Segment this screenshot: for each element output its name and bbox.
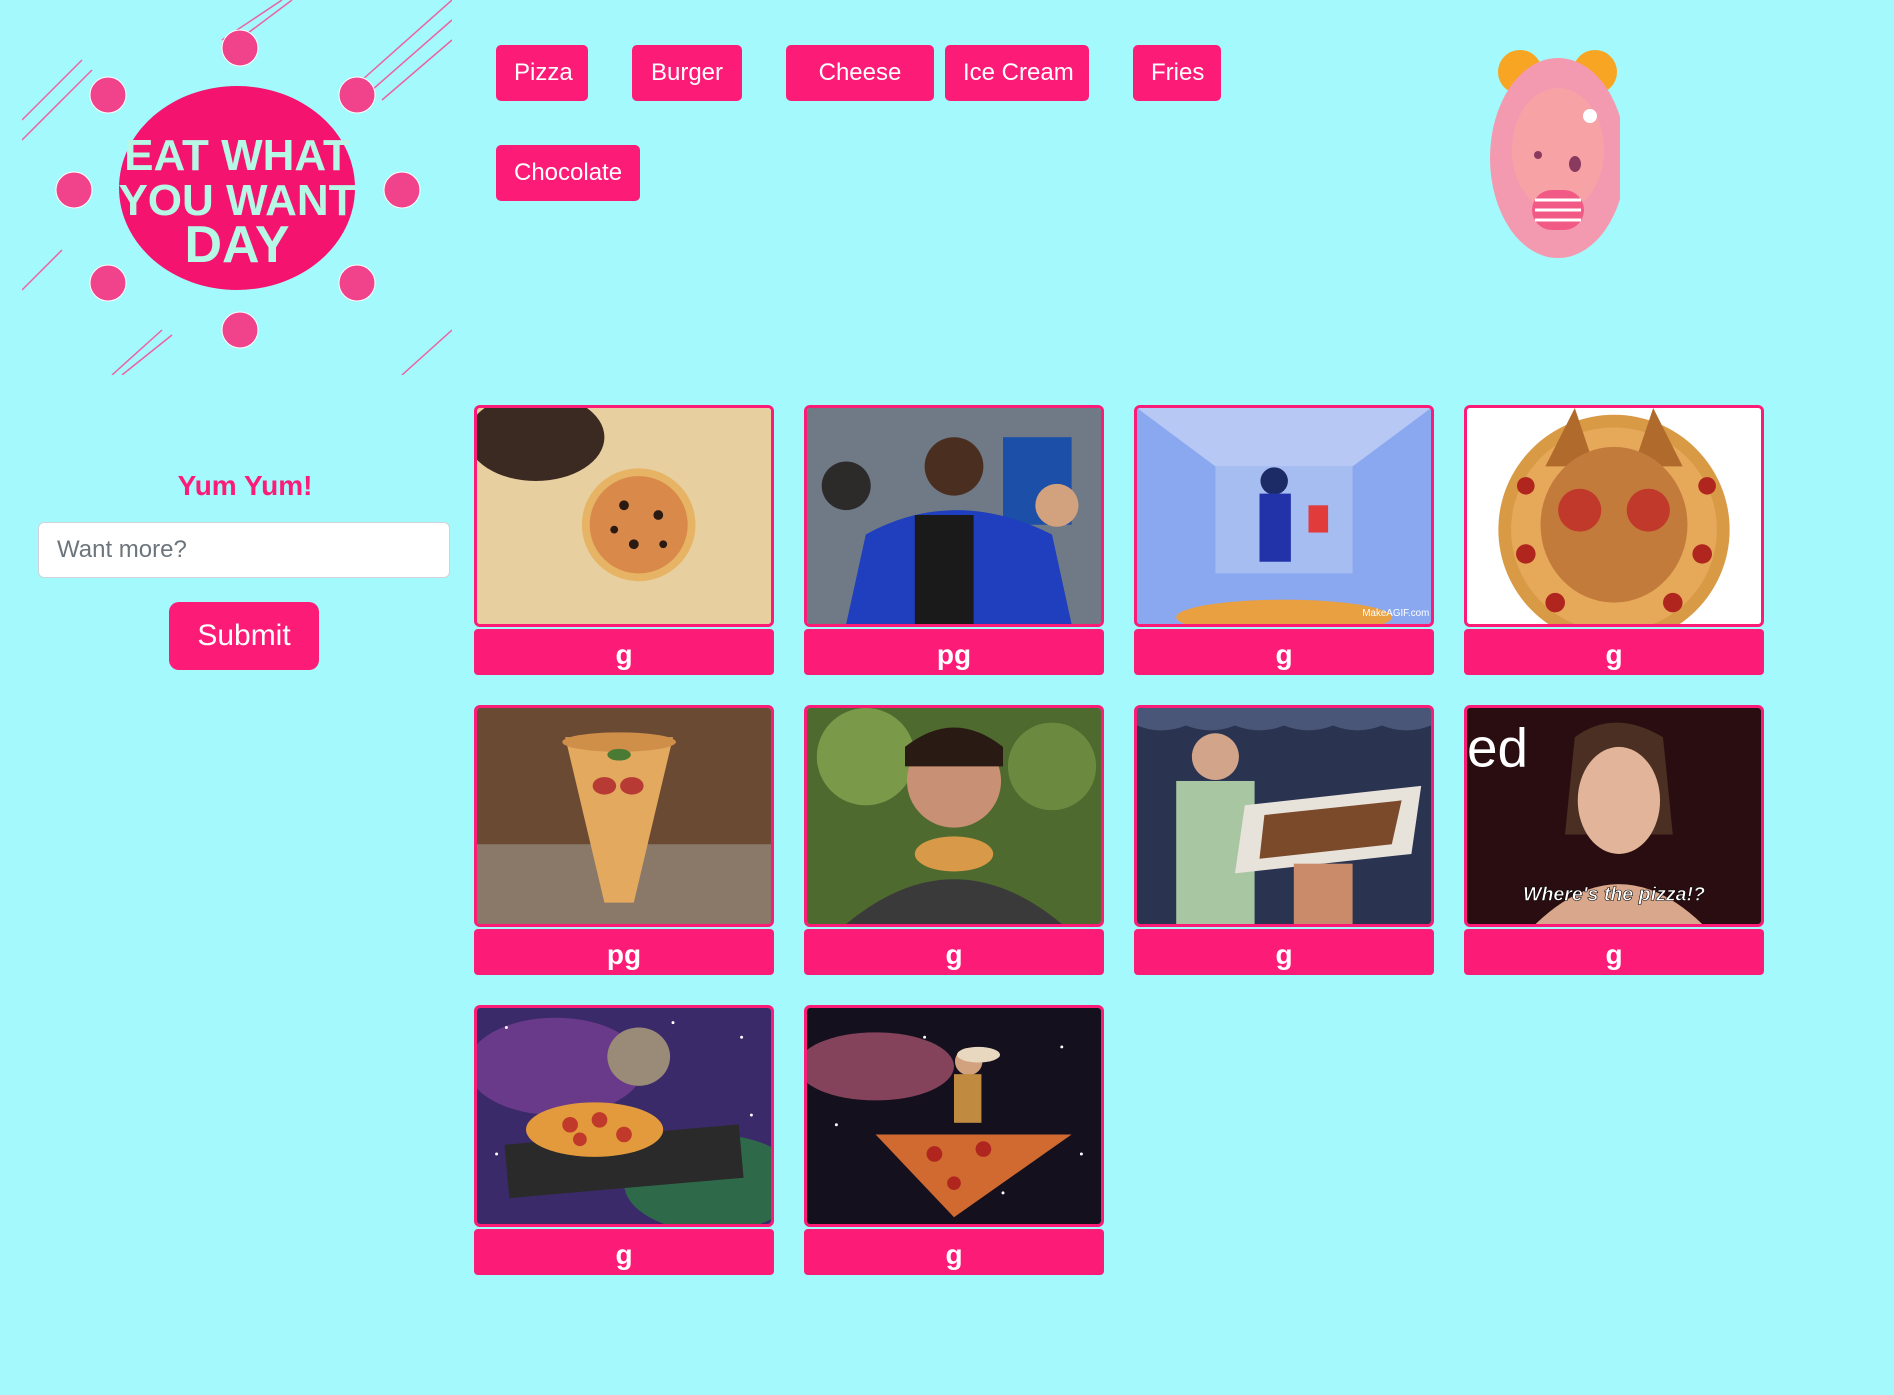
gif-card[interactable]: g [1134,705,1434,975]
ice-cream-button[interactable]: Ice Cream [945,45,1089,101]
eat-what-you-want-day-logo: EAT WHAT YOU WANT DAY [22,0,452,375]
rating-label: g [474,629,774,675]
gif-image[interactable] [1464,405,1764,627]
rating-label: pg [474,929,774,975]
burger-button[interactable]: Burger [632,45,742,101]
gif-image[interactable]: MakeAGIF.com [1134,405,1434,627]
gif-card[interactable]: MakeAGIF.com g [1134,405,1434,675]
rating-label: g [474,1229,774,1275]
fries-button[interactable]: Fries [1133,45,1221,101]
gif-image[interactable] [474,405,774,627]
gif-card[interactable]: g [474,1005,774,1275]
rating-label: g [1134,629,1434,675]
gif-card[interactable]: g [474,405,774,675]
gif-grid: g pg MakeAGIF.com g g pg g g ed Where's … [474,405,1774,1305]
rating-label: g [1464,929,1764,975]
watermark-text: MakeAGIF.com [1362,608,1429,619]
gif-image[interactable] [1134,705,1434,927]
gif-card[interactable]: g [1464,405,1764,675]
avatar [1490,40,1626,260]
cheese-button[interactable]: Cheese [786,45,934,101]
rating-label: g [804,929,1104,975]
pizza-button[interactable]: Pizza [496,45,588,101]
rating-label: g [1464,629,1764,675]
corner-text: ed [1467,717,1528,779]
gif-image[interactable] [474,705,774,927]
gif-card[interactable]: pg [804,405,1104,675]
logo-text-1: EAT WHAT [124,131,350,180]
gif-card[interactable]: ed Where's the pizza!? g [1464,705,1764,975]
gif-card[interactable]: pg [474,705,774,975]
gif-image[interactable] [804,705,1104,927]
submit-button[interactable]: Submit [169,602,319,670]
rating-label: pg [804,629,1104,675]
gif-image[interactable] [804,1005,1104,1227]
logo-text-3: DAY [184,216,289,274]
gif-card[interactable]: g [804,705,1104,975]
chocolate-button[interactable]: Chocolate [496,145,640,201]
gif-image[interactable]: ed Where's the pizza!? [1464,705,1764,927]
form-title: Yum Yum! [177,470,313,501]
rating-label: g [1134,929,1434,975]
gif-image[interactable] [804,405,1104,627]
rating-label: g [804,1229,1104,1275]
gif-caption: Where's the pizza!? [1523,884,1705,906]
gif-card[interactable]: g [804,1005,1104,1275]
want-more-input[interactable] [38,522,450,578]
gif-image[interactable] [474,1005,774,1227]
